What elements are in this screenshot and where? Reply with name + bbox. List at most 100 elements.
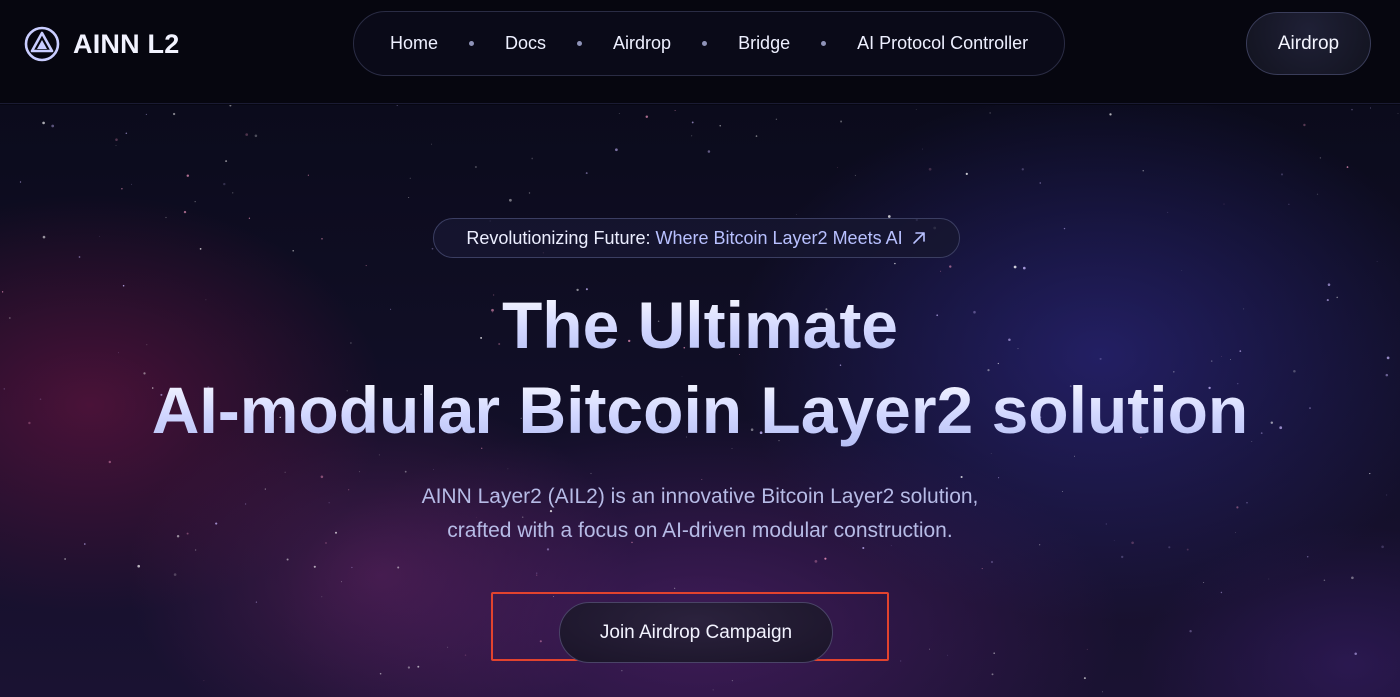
star bbox=[1022, 266, 1026, 270]
star bbox=[1021, 168, 1024, 171]
star bbox=[1203, 582, 1205, 583]
announcement-badge[interactable]: Revolutionizing Future: Where Bitcoin La… bbox=[433, 218, 960, 258]
star bbox=[292, 249, 294, 252]
star bbox=[990, 560, 994, 564]
star bbox=[1083, 677, 1086, 680]
star bbox=[464, 654, 467, 656]
badge-accent-text: Where Bitcoin Layer2 Meets AI bbox=[655, 227, 903, 248]
star bbox=[64, 558, 66, 560]
star bbox=[531, 157, 534, 160]
top-navbar: AINN L2 Home Docs Airdrop Bridge AI Prot… bbox=[0, 0, 1400, 104]
nav-item-airdrop[interactable]: Airdrop bbox=[613, 33, 671, 54]
star bbox=[509, 198, 512, 202]
star bbox=[1142, 170, 1144, 172]
star bbox=[1376, 261, 1378, 263]
nav-item-ai-protocol-controller[interactable]: AI Protocol Controller bbox=[857, 33, 1028, 54]
ainn-logo-icon bbox=[24, 26, 60, 62]
star bbox=[417, 665, 420, 668]
star bbox=[690, 135, 693, 137]
star bbox=[536, 574, 538, 576]
star bbox=[341, 581, 342, 583]
nav-separator-dot bbox=[702, 41, 708, 46]
star bbox=[115, 145, 117, 146]
join-airdrop-campaign-button[interactable]: Join Airdrop Campaign bbox=[559, 602, 833, 663]
star bbox=[731, 679, 734, 682]
star bbox=[173, 573, 177, 576]
star bbox=[125, 132, 128, 134]
header-airdrop-button[interactable]: Airdrop bbox=[1246, 12, 1371, 75]
star bbox=[186, 174, 190, 177]
nav-item-home[interactable]: Home bbox=[390, 33, 438, 54]
star bbox=[707, 150, 711, 153]
star bbox=[691, 121, 694, 124]
star bbox=[987, 369, 990, 372]
star bbox=[183, 210, 187, 214]
star bbox=[837, 167, 838, 168]
star bbox=[814, 560, 818, 563]
star bbox=[407, 666, 411, 669]
star bbox=[900, 660, 902, 662]
star bbox=[254, 134, 258, 138]
star bbox=[131, 183, 132, 185]
hero-section: Revolutionizing Future: Where Bitcoin La… bbox=[0, 105, 1400, 697]
star bbox=[585, 172, 588, 175]
star bbox=[115, 138, 118, 141]
star bbox=[307, 174, 309, 176]
star bbox=[1288, 203, 1290, 205]
star bbox=[1121, 555, 1124, 559]
star bbox=[755, 135, 758, 137]
main-nav: Home Docs Airdrop Bridge AI Protocol Con… bbox=[353, 11, 1065, 76]
star bbox=[981, 568, 983, 570]
star bbox=[507, 468, 509, 470]
star bbox=[1354, 652, 1357, 655]
star bbox=[223, 182, 226, 186]
star bbox=[839, 364, 842, 366]
star bbox=[719, 125, 721, 127]
nav-item-docs[interactable]: Docs bbox=[505, 33, 546, 54]
star bbox=[431, 247, 434, 250]
star bbox=[320, 475, 324, 479]
star bbox=[447, 646, 449, 648]
star bbox=[225, 160, 228, 163]
star bbox=[990, 453, 992, 454]
star bbox=[1013, 265, 1017, 269]
star bbox=[536, 572, 538, 574]
star bbox=[998, 477, 1000, 479]
star bbox=[1351, 108, 1353, 111]
star bbox=[1316, 193, 1319, 195]
brand[interactable]: AINN L2 bbox=[24, 26, 179, 62]
nav-item-bridge[interactable]: Bridge bbox=[738, 33, 790, 54]
star bbox=[1086, 648, 1088, 650]
star bbox=[991, 673, 994, 676]
star bbox=[1303, 123, 1306, 127]
star bbox=[712, 689, 714, 691]
star bbox=[409, 177, 411, 179]
star bbox=[203, 680, 205, 682]
star bbox=[621, 670, 623, 672]
arrow-up-right-icon bbox=[912, 232, 925, 244]
star bbox=[474, 165, 477, 169]
star bbox=[351, 566, 353, 569]
star bbox=[378, 454, 380, 456]
badge-lead-text: Revolutionizing Future: bbox=[466, 227, 651, 248]
star bbox=[1323, 579, 1326, 581]
star bbox=[674, 110, 676, 111]
star bbox=[674, 587, 676, 589]
star bbox=[1370, 107, 1372, 109]
nav-separator-dot bbox=[821, 41, 827, 46]
star bbox=[78, 256, 81, 258]
star bbox=[1039, 182, 1041, 184]
star bbox=[1327, 283, 1331, 286]
star bbox=[19, 181, 22, 183]
star bbox=[313, 565, 316, 568]
star bbox=[1223, 203, 1225, 205]
star bbox=[922, 148, 923, 150]
star bbox=[854, 174, 856, 177]
star bbox=[42, 121, 45, 125]
nav-separator-dot bbox=[577, 41, 583, 46]
star bbox=[1319, 157, 1322, 159]
star bbox=[1181, 269, 1183, 271]
star bbox=[775, 118, 778, 120]
star bbox=[1101, 691, 1103, 693]
star bbox=[1220, 591, 1223, 594]
